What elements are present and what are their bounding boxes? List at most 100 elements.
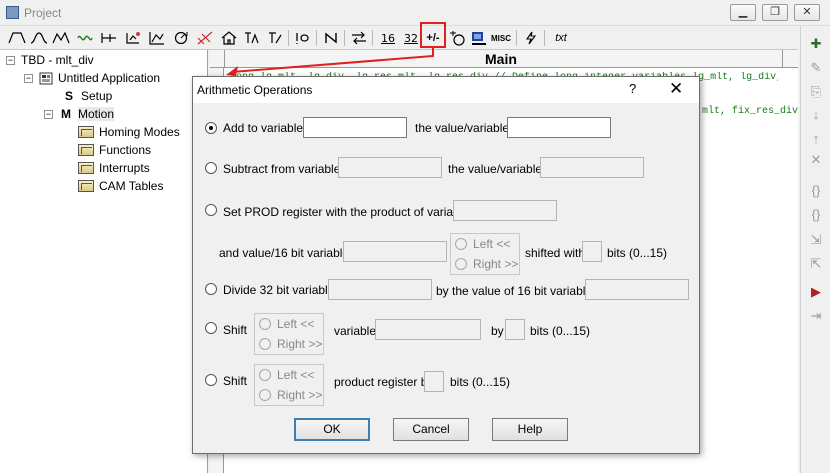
prod-variable-field[interactable] bbox=[453, 200, 557, 221]
shift-variable-field[interactable] bbox=[375, 319, 481, 340]
tree-node-cam-tables[interactable]: CAM Tables bbox=[78, 178, 163, 194]
position-graph-icon[interactable] bbox=[146, 28, 168, 48]
motion-settings-icon[interactable] bbox=[122, 28, 144, 48]
export-icon[interactable]: ⇱ bbox=[807, 256, 825, 272]
column-divider bbox=[224, 50, 225, 68]
prod-radio[interactable] bbox=[205, 204, 217, 216]
lightning-icon[interactable] bbox=[520, 28, 542, 48]
time-event-icon[interactable] bbox=[264, 28, 286, 48]
import-icon[interactable]: ⇲ bbox=[807, 232, 825, 248]
run-icon[interactable]: ▶ bbox=[807, 284, 825, 300]
shift-left-radio[interactable] bbox=[259, 318, 271, 330]
int16-button[interactable]: 16 bbox=[377, 28, 399, 48]
tree-node-interrupts[interactable]: Interrupts bbox=[78, 160, 150, 176]
cam-table-icon[interactable] bbox=[194, 28, 216, 48]
electronic-gearing-icon[interactable] bbox=[74, 28, 96, 48]
column-divider bbox=[782, 50, 783, 68]
folder-icon bbox=[78, 144, 94, 156]
shift-product-left-radio[interactable] bbox=[259, 369, 271, 381]
trapezoid-profile-icon[interactable] bbox=[6, 28, 28, 48]
ok-button[interactable]: OK bbox=[294, 418, 370, 441]
assignment-icon[interactable] bbox=[348, 28, 370, 48]
pvt-profile-icon[interactable] bbox=[50, 28, 72, 48]
divide-radio[interactable] bbox=[205, 283, 217, 295]
help-button[interactable]: Help bbox=[492, 418, 568, 441]
subtract-value-field[interactable] bbox=[540, 157, 644, 178]
collapse-icon[interactable]: − bbox=[6, 55, 15, 65]
add-radio[interactable] bbox=[205, 122, 217, 134]
shift-product-right-radio[interactable] bbox=[259, 389, 271, 401]
group-icon[interactable]: {} bbox=[807, 182, 825, 198]
window-title: Project bbox=[24, 6, 62, 20]
edit-icon[interactable]: ✎ bbox=[807, 60, 825, 76]
move-down-icon[interactable]: ↓ bbox=[807, 106, 825, 122]
tree-node-root[interactable]: − TBD - mlt_div bbox=[6, 52, 94, 68]
prod-shift-direction-group: Left << Right >> bbox=[450, 233, 520, 275]
logical-operations-icon[interactable] bbox=[446, 28, 468, 48]
product-register-label: product register by bbox=[334, 375, 434, 389]
move-up-icon[interactable]: ↑ bbox=[807, 130, 825, 146]
value-variable-label: the value/variable bbox=[448, 162, 543, 176]
new-item-icon[interactable]: ✚ bbox=[807, 36, 825, 52]
collapse-icon[interactable]: − bbox=[44, 109, 53, 119]
code-line[interactable]: mlt, fix_res_div bbox=[702, 106, 798, 117]
add-variable-field[interactable] bbox=[303, 117, 407, 138]
shift-right-radio[interactable] bbox=[259, 338, 271, 350]
events-icon[interactable] bbox=[240, 28, 262, 48]
communication-icon[interactable] bbox=[468, 28, 490, 48]
text-button[interactable]: txt bbox=[550, 28, 572, 48]
shift-product-bits-field[interactable] bbox=[424, 371, 444, 392]
close-window-button[interactable]: ✕ bbox=[794, 4, 820, 21]
homing-icon[interactable] bbox=[170, 28, 192, 48]
shift-label: Shift bbox=[223, 323, 248, 337]
divide-variable-field[interactable] bbox=[328, 279, 432, 300]
step-icon[interactable]: ⇥ bbox=[807, 308, 825, 324]
home-icon[interactable] bbox=[218, 28, 240, 48]
value-variable-label: the value/variable bbox=[415, 121, 510, 135]
shifted-with-label: shifted with bbox=[525, 246, 586, 260]
stop-event-icon[interactable] bbox=[292, 28, 314, 48]
tree-node-functions[interactable]: Functions bbox=[78, 142, 151, 158]
shift-variable-radio[interactable] bbox=[205, 322, 217, 334]
ungroup-icon[interactable]: {} bbox=[807, 206, 825, 222]
toolbar-separator bbox=[344, 30, 345, 46]
misc-button[interactable]: MISC bbox=[490, 28, 512, 48]
minimize-button[interactable]: ▁ bbox=[730, 4, 756, 21]
shift-variable-bits-field[interactable] bbox=[505, 319, 525, 340]
add-value-field[interactable] bbox=[507, 117, 611, 138]
folder-icon bbox=[78, 126, 94, 138]
delete-icon[interactable]: ✕ bbox=[807, 152, 825, 168]
subtract-radio[interactable] bbox=[205, 162, 217, 174]
by-label: by bbox=[491, 324, 504, 338]
s-curve-profile-icon[interactable] bbox=[28, 28, 50, 48]
copy-icon[interactable]: ⎘ bbox=[807, 84, 825, 100]
left-label: Left << bbox=[277, 317, 315, 331]
subtract-variable-field[interactable] bbox=[338, 157, 442, 178]
int32-button[interactable]: 32 bbox=[400, 28, 422, 48]
arithmetic-button-highlight bbox=[420, 22, 446, 48]
folder-icon bbox=[78, 162, 94, 174]
jump-icon[interactable] bbox=[320, 28, 342, 48]
contouring-icon[interactable] bbox=[98, 28, 120, 48]
prod-left-radio[interactable] bbox=[455, 238, 467, 250]
prod-right-radio[interactable] bbox=[455, 258, 467, 270]
right-label: Right >> bbox=[277, 337, 323, 351]
tree-setup-label: Setup bbox=[81, 89, 113, 103]
tree-node-setup[interactable]: S Setup bbox=[62, 88, 112, 104]
help-icon[interactable]: ? bbox=[629, 81, 636, 96]
shift-product-radio[interactable] bbox=[205, 374, 217, 386]
collapse-icon[interactable]: − bbox=[24, 73, 33, 83]
tree-node-application[interactable]: − Untitled Application bbox=[24, 70, 160, 86]
tree-node-homing-modes[interactable]: Homing Modes bbox=[78, 124, 180, 140]
window-titlebar: Project ▁ ❐ ✕ bbox=[0, 0, 830, 26]
prod-value-field[interactable] bbox=[343, 241, 447, 262]
restore-button[interactable]: ❐ bbox=[762, 4, 788, 21]
prod-bits-field[interactable] bbox=[582, 241, 602, 262]
tree-node-motion[interactable]: − M Motion bbox=[44, 106, 115, 122]
cancel-button[interactable]: Cancel bbox=[393, 418, 469, 441]
divide-value-field[interactable] bbox=[585, 279, 689, 300]
setup-icon: S bbox=[64, 89, 73, 103]
close-icon[interactable]: ✕ bbox=[669, 79, 683, 99]
shift-label: Shift bbox=[223, 374, 248, 388]
tree-root-label: TBD - mlt_div bbox=[21, 53, 94, 67]
